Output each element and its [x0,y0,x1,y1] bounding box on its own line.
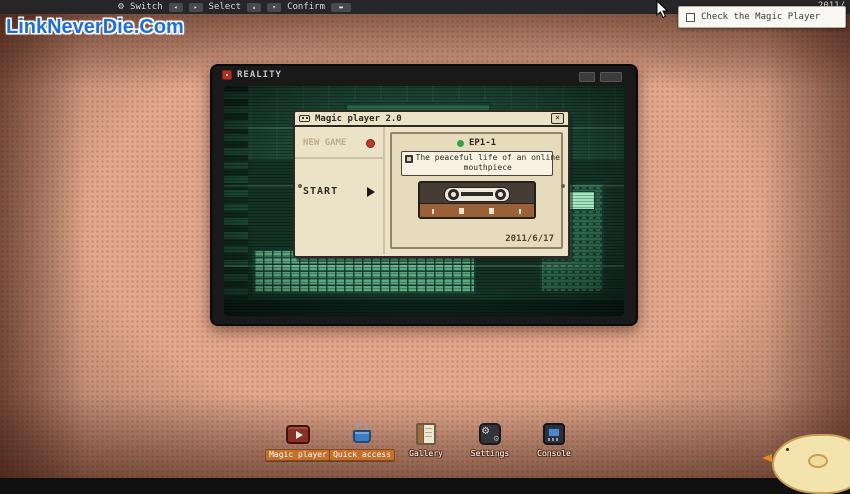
gear-icon: ⚙ [493,434,499,444]
cassette-graphic [417,180,536,219]
notebook-body [416,423,436,445]
episode-label: EP1-1 [468,138,497,148]
switch-right-button-icon[interactable]: ▸ [188,2,203,12]
close-button[interactable]: × [551,113,564,124]
cassette-tape-band [460,192,493,197]
select-up-button-icon[interactable]: ▴ [247,2,262,12]
monitor-brand: REALITY [237,70,282,80]
select-down-button-icon[interactable]: ▾ [267,2,282,12]
icon-label: Console [537,449,571,458]
gears-icon: ⚙ ⚙ [477,422,503,446]
cassette-left-reel-icon [447,188,459,200]
chick-wing [808,454,828,468]
cassette-tick [458,207,464,214]
icon-label: Settings [470,449,510,458]
cassette-tick [431,208,434,214]
window-title: Magic player 2.0 [315,113,402,124]
reality-logo-icon [222,70,232,80]
notebook-lines [425,428,432,440]
magic-player-window: Magic player 2.0 × NEW GAME START EP1-1 … [293,110,570,258]
icon-label: Magic player [265,449,331,461]
chick-eye [786,448,789,451]
cassette-tick [519,208,522,214]
confirm-label: Confirm [287,2,325,12]
select-label: Select [208,2,242,12]
tape-label-icon [404,155,413,163]
switch-left-button-icon[interactable]: ◂ [168,2,183,12]
window-body: NEW GAME START EP1-1 The peaceful life o… [295,127,568,254]
icon-label: Gallery [409,449,443,458]
screen-shelf [224,86,248,316]
tape-title-line2: mouthpiece [463,163,512,173]
monitor-indicator-chip [579,72,595,82]
bucket-icon [349,422,375,446]
icon-label: Quick access [329,449,395,461]
start-option[interactable]: START [295,159,383,224]
window-screw-icon [298,184,302,188]
confirm-button-icon[interactable]: ▬ [331,2,351,12]
scanline-glitch [224,265,624,268]
window-titlebar[interactable]: Magic player 2.0 × [295,112,568,127]
cassette-reel-window [443,186,510,202]
tape-date: 2011/6/17 [505,234,554,244]
cassette-right-reel-icon [494,188,506,200]
tape-title: The peaceful life of an online mouthpiec… [416,153,561,174]
play-icon [296,430,303,439]
tape-title-line1: The peaceful life of an online [415,153,561,162]
tape-title-box: The peaceful life of an online mouthpiec… [400,151,560,176]
objective-label: Check the Magic Player [701,12,821,22]
magic-player-icon [285,422,311,446]
cassette-icon [299,115,310,122]
console-icon-body [543,423,565,445]
console-screen [548,428,560,437]
new-game-label: NEW GAME [303,138,347,148]
chick-sprite [754,428,850,494]
console-keys [548,438,560,441]
mouse-cursor-icon [656,0,669,23]
gear-icon[interactable]: ⚙ [118,0,124,14]
objective-checkbox[interactable] [686,12,695,22]
switch-label: Switch [130,2,163,12]
episode-dot-icon [456,139,464,147]
magic-player-icon-body [286,424,310,444]
monitor-header: REALITY [222,70,282,80]
objective-tooltip: Check the Magic Player [678,6,846,28]
desktop-icon-gallery[interactable]: Gallery [396,422,456,461]
console-icon [541,422,567,446]
desktop-icon-settings[interactable]: ⚙ ⚙ Settings [460,422,520,461]
play-icon [367,186,375,197]
tape-panel: EP1-1 The peaceful life of an online mou… [390,132,563,249]
desktop-icon-quick-access[interactable]: Quick access [329,422,395,461]
chick-beak [762,454,772,462]
window-screw-icon [561,184,565,188]
desktop-icon-magic-player[interactable]: Magic player [265,422,331,461]
monitor-indicators [579,72,622,82]
bucket-body [353,430,371,443]
watermark: LinkNeverDie.Com [6,16,184,38]
notebook-spine [418,425,424,443]
notebook-icon [413,422,439,446]
record-dot-icon [366,138,375,148]
gear-icon: ⚙ [482,423,490,437]
cassette-ticks [431,207,522,214]
episode-row: EP1-1 [398,138,555,148]
monitor-indicator-chip [600,72,622,82]
desktop-icons: Magic player Quick access Gallery ⚙ ⚙ Se… [265,422,584,461]
cassette-tick [489,207,495,214]
settings-icon-body: ⚙ ⚙ [479,423,501,445]
screen-desk-surface [224,299,624,316]
window-menu-column: NEW GAME START [295,127,385,254]
new-game-option[interactable]: NEW GAME [295,127,383,159]
desktop-icon-console[interactable]: Console [524,422,584,461]
start-label: START [303,186,339,197]
